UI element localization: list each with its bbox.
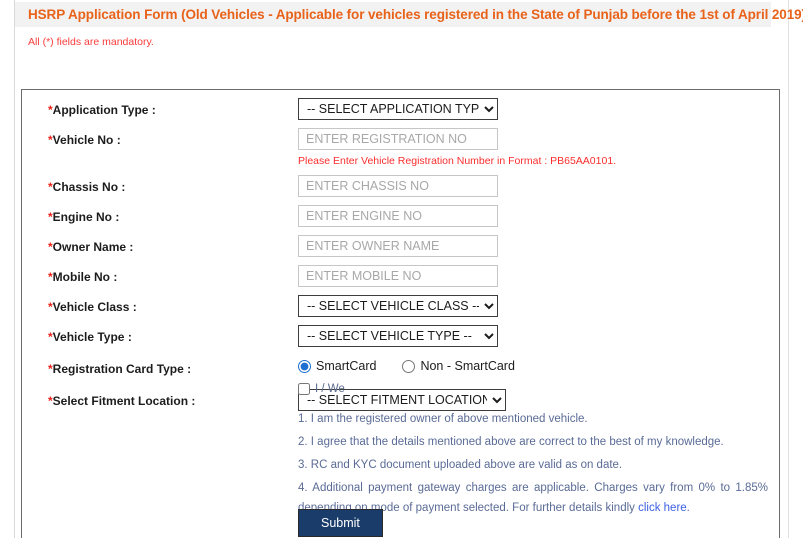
page-container: HSRP Application Form (Old Vehicles - Ap…	[14, 0, 803, 538]
page-title: HSRP Application Form (Old Vehicles - Ap…	[28, 7, 803, 22]
form-row-mobile-no: *Mobile No :	[22, 265, 779, 291]
form-row-application-type: *Application Type : -- SELECT APPLICATIO…	[22, 98, 779, 124]
control-cell-mobile-no	[298, 265, 779, 287]
label-text: Owner Name :	[52, 240, 134, 254]
page-header-bar: HSRP Application Form (Old Vehicles - Ap…	[15, 2, 803, 27]
label-cell-mobile-no: *Mobile No :	[22, 265, 298, 284]
label-text: Vehicle Class :	[52, 300, 137, 314]
control-cell-engine-no	[298, 205, 779, 227]
label-text: Vehicle No :	[52, 133, 121, 147]
select-vehicle-class[interactable]: -- SELECT VEHICLE CLASS --	[298, 295, 498, 317]
form-row-vehicle-no: *Vehicle No : Please Enter Vehicle Regis…	[22, 128, 779, 167]
label-vehicle-type: *Vehicle Type :	[48, 330, 132, 344]
label-cell-application-type: *Application Type :	[22, 98, 298, 117]
radio-label-non-smartcard: Non - SmartCard	[420, 359, 515, 373]
control-cell-vehicle-type: -- SELECT VEHICLE TYPE --	[298, 325, 779, 347]
label-text: Mobile No :	[52, 270, 118, 284]
label-chassis-no: *Chassis No :	[48, 180, 125, 194]
label-cell-vehicle-no: *Vehicle No :	[22, 128, 298, 147]
submit-button-wrapper: Submit	[298, 509, 383, 537]
control-cell-owner-name	[298, 235, 779, 257]
form-row-vehicle-type: *Vehicle Type : -- SELECT VEHICLE TYPE -…	[22, 325, 779, 351]
label-text: Select Fitment Location :	[52, 394, 196, 408]
label-application-type: *Application Type :	[48, 103, 156, 117]
vehicle-no-input[interactable]	[298, 128, 498, 150]
click-here-link[interactable]: click here	[638, 502, 687, 514]
form-row-chassis-no: *Chassis No :	[22, 175, 779, 201]
form-row-vehicle-class: *Vehicle Class : -- SELECT VEHICLE CLASS…	[22, 295, 779, 321]
form-rows: *Application Type : -- SELECT APPLICATIO…	[22, 90, 779, 415]
engine-no-input[interactable]	[298, 205, 498, 227]
control-cell-chassis-no	[298, 175, 779, 197]
label-cell-registration-card-type: *Registration Card Type :	[22, 357, 298, 376]
i-we-checkbox-label: I / We	[315, 383, 345, 395]
select-vehicle-type[interactable]: -- SELECT VEHICLE TYPE --	[298, 325, 498, 347]
label-fitment-location: *Select Fitment Location :	[48, 394, 195, 408]
label-cell-chassis-no: *Chassis No :	[22, 175, 298, 194]
label-text: Vehicle Type :	[52, 330, 132, 344]
radio-option-non-smartcard[interactable]: Non - SmartCard	[402, 359, 515, 373]
i-we-checkbox[interactable]	[298, 383, 310, 395]
control-cell-registration-card-type: SmartCard Non - SmartCard	[298, 357, 779, 373]
label-engine-no: *Engine No :	[48, 210, 119, 224]
label-text: Application Type :	[52, 103, 156, 117]
label-cell-owner-name: *Owner Name :	[22, 235, 298, 254]
declaration-item-1: 1. I am the registered owner of above me…	[298, 413, 588, 425]
control-cell-application-type: -- SELECT APPLICATION TYPE -	[298, 98, 779, 120]
declaration-item-4-suffix: .	[686, 502, 690, 514]
label-mobile-no: *Mobile No :	[48, 270, 117, 284]
application-form-box: *Application Type : -- SELECT APPLICATIO…	[21, 89, 780, 538]
declaration-item-2: 2. I agree that the details mentioned ab…	[298, 436, 724, 448]
declaration-block: I / We 1. I am the registered owner of a…	[298, 383, 768, 521]
owner-name-input[interactable]	[298, 235, 498, 257]
mobile-no-input[interactable]	[298, 265, 498, 287]
vehicle-no-format-hint: Please Enter Vehicle Registration Number…	[298, 155, 617, 167]
select-application-type[interactable]: -- SELECT APPLICATION TYPE -	[298, 98, 498, 120]
label-owner-name: *Owner Name :	[48, 240, 133, 254]
form-row-registration-card-type: *Registration Card Type : SmartCard Non …	[22, 357, 779, 383]
form-row-owner-name: *Owner Name :	[22, 235, 779, 261]
declaration-item-3: 3. RC and KYC document uploaded above ar…	[298, 459, 623, 471]
radio-input-smartcard[interactable]	[298, 359, 311, 373]
mandatory-fields-note: All (*) fields are mandatory.	[28, 36, 154, 48]
radio-input-non-smartcard[interactable]	[402, 359, 416, 373]
chassis-no-input[interactable]	[298, 175, 498, 197]
form-row-engine-no: *Engine No :	[22, 205, 779, 231]
control-cell-vehicle-no: Please Enter Vehicle Registration Number…	[298, 128, 779, 167]
label-cell-engine-no: *Engine No :	[22, 205, 298, 224]
label-vehicle-class: *Vehicle Class :	[48, 300, 137, 314]
submit-button[interactable]: Submit	[298, 509, 383, 537]
declaration-checkbox-row[interactable]: I / We	[298, 383, 768, 395]
label-registration-card-type: *Registration Card Type :	[48, 362, 191, 376]
radio-label-smartcard: SmartCard	[316, 359, 377, 373]
label-cell-vehicle-class: *Vehicle Class :	[22, 295, 298, 314]
radio-group-registration-card-type: SmartCard Non - SmartCard	[298, 357, 779, 373]
label-text: Chassis No :	[52, 180, 126, 194]
label-text: Registration Card Type :	[52, 362, 192, 376]
label-cell-vehicle-type: *Vehicle Type :	[22, 325, 298, 344]
label-text: Engine No :	[52, 210, 120, 224]
label-vehicle-no: *Vehicle No :	[48, 133, 121, 147]
control-cell-vehicle-class: -- SELECT VEHICLE CLASS --	[298, 295, 779, 317]
radio-option-smartcard[interactable]: SmartCard	[298, 359, 376, 373]
label-cell-fitment-location: *Select Fitment Location :	[22, 389, 298, 408]
